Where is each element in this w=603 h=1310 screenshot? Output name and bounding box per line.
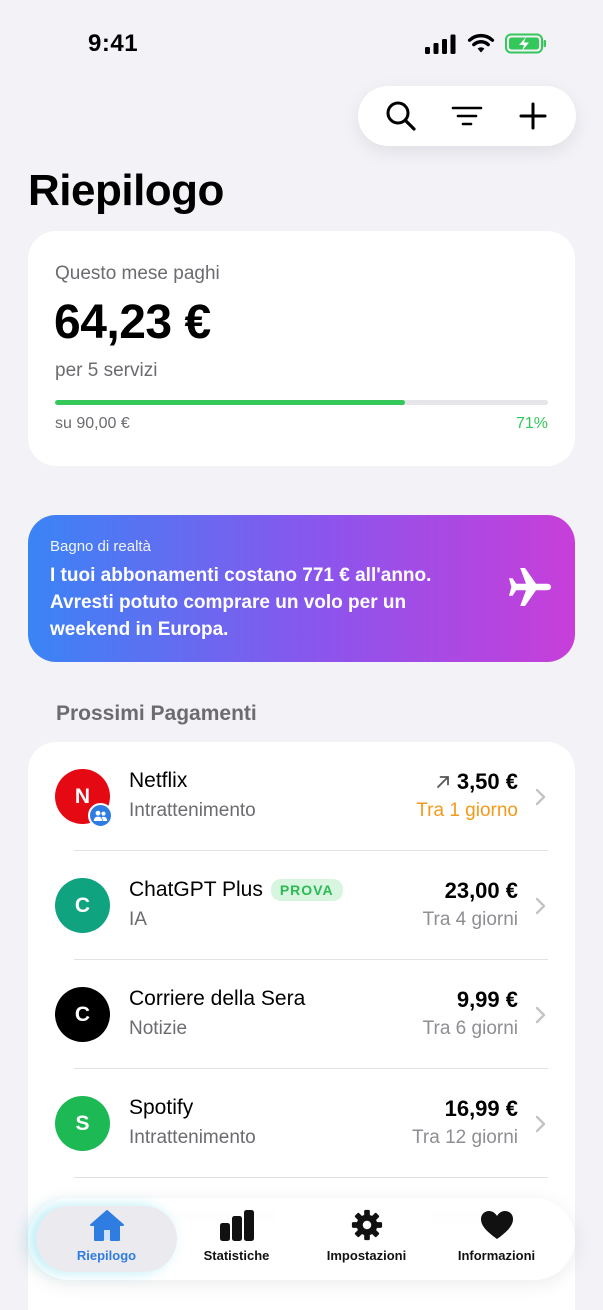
chevron-right-icon: [535, 1006, 546, 1024]
status-icons: [425, 33, 547, 54]
payment-row-netflix[interactable]: N Netflix Intrattenimento 3,50 € Tra 1 g…: [28, 742, 575, 851]
tab-label: Impostazioni: [326, 1248, 407, 1263]
chevron-right-icon: [535, 1115, 546, 1133]
battery-charging-icon: [505, 33, 546, 54]
service-category: Notizie: [129, 1018, 188, 1039]
shared-users-icon: [88, 803, 113, 828]
gear-icon: [351, 1209, 382, 1241]
budget-total: su 90,00 €: [55, 415, 130, 432]
search-icon: [386, 101, 416, 131]
summary-services-count: per 5 servizi: [55, 360, 158, 381]
banner-message: I tuoi abbonamenti costano 771 € all'ann…: [50, 565, 432, 640]
status-time: 9:41: [88, 30, 139, 57]
payment-due: Tra 1 giorno: [416, 800, 518, 821]
service-name: ChatGPT Plus PROVA: [129, 878, 343, 902]
tab-label: Informazioni: [457, 1248, 536, 1263]
service-name: Spotify: [129, 1096, 194, 1119]
cellular-signal-icon: [425, 34, 456, 54]
bar-chart-icon: [219, 1210, 254, 1241]
payment-due: Tra 6 giorni: [422, 1018, 518, 1039]
payment-amount: 3,50 €: [435, 769, 518, 795]
service-avatar: S: [55, 1096, 110, 1151]
tab-label: Statistiche: [203, 1248, 270, 1263]
filter-button[interactable]: [443, 92, 491, 140]
service-avatar: C: [55, 987, 110, 1042]
budget-percent: 71%: [515, 415, 548, 432]
service-name: Netflix: [129, 769, 188, 792]
wifi-icon: [467, 33, 495, 53]
summary-label: Questo mese paghi: [55, 263, 220, 284]
budget-progress-fill: [55, 400, 406, 405]
heart-icon: [480, 1211, 513, 1239]
payment-row-corriere-della-sera[interactable]: C Corriere della Sera Notizie 9,99 € Tra…: [28, 960, 575, 1069]
status-bar: 9:41: [0, 0, 603, 90]
home-icon: [89, 1210, 124, 1241]
summary-amount: 64,23 €: [54, 296, 211, 349]
payment-amount: 9,99 €: [456, 987, 518, 1012]
tab-statistiche[interactable]: Statistiche: [171, 1208, 302, 1270]
row-separator: [74, 1177, 548, 1178]
page-title: Riepilogo: [28, 166, 224, 215]
payment-row-chatgpt-plus[interactable]: C ChatGPT Plus PROVA IA 23,00 € Tra 4 gi…: [28, 851, 575, 960]
tab-informazioni[interactable]: Informazioni: [431, 1208, 562, 1270]
service-avatar: C: [55, 878, 110, 933]
filter-icon: [451, 106, 483, 126]
payment-amount: 23,00 €: [444, 878, 518, 903]
service-category: Intrattenimento: [129, 800, 256, 821]
chevron-right-icon: [535, 897, 546, 915]
budget-progress-bar: [55, 400, 548, 405]
top-toolbar: [358, 86, 576, 146]
payment-due: Tra 12 giorni: [412, 1127, 518, 1148]
chevron-right-icon: [535, 788, 546, 806]
monthly-summary-card: Questo mese paghi 64,23 € per 5 servizi …: [28, 231, 575, 466]
tab-riepilogo[interactable]: Riepilogo: [41, 1208, 172, 1270]
trial-badge: PROVA: [270, 879, 343, 901]
add-button[interactable]: [509, 92, 557, 140]
upcoming-payments-title: Prossimi Pagamenti: [56, 702, 257, 725]
tab-impostazioni[interactable]: Impostazioni: [301, 1208, 432, 1270]
banner-kicker: Bagno di realtà: [50, 538, 151, 555]
airplane-icon: [507, 566, 553, 613]
search-button[interactable]: [377, 92, 425, 140]
payment-amount: 16,99 €: [444, 1096, 518, 1121]
payment-row-spotify[interactable]: S Spotify Intrattenimento 16,99 € Tra 12…: [28, 1069, 575, 1178]
service-category: Intrattenimento: [129, 1127, 256, 1148]
arrow-up-right-icon: [436, 776, 449, 788]
service-name: Corriere della Sera: [129, 987, 306, 1010]
service-category: IA: [129, 909, 147, 930]
plus-icon: [519, 102, 547, 130]
tab-label: Riepilogo: [76, 1248, 137, 1263]
tab-bar: Riepilogo Statistiche Impostazioni Infor…: [28, 1198, 575, 1280]
reality-check-banner[interactable]: Bagno di realtà I tuoi abbonamenti costa…: [28, 515, 575, 662]
payment-due: Tra 4 giorni: [422, 909, 518, 930]
